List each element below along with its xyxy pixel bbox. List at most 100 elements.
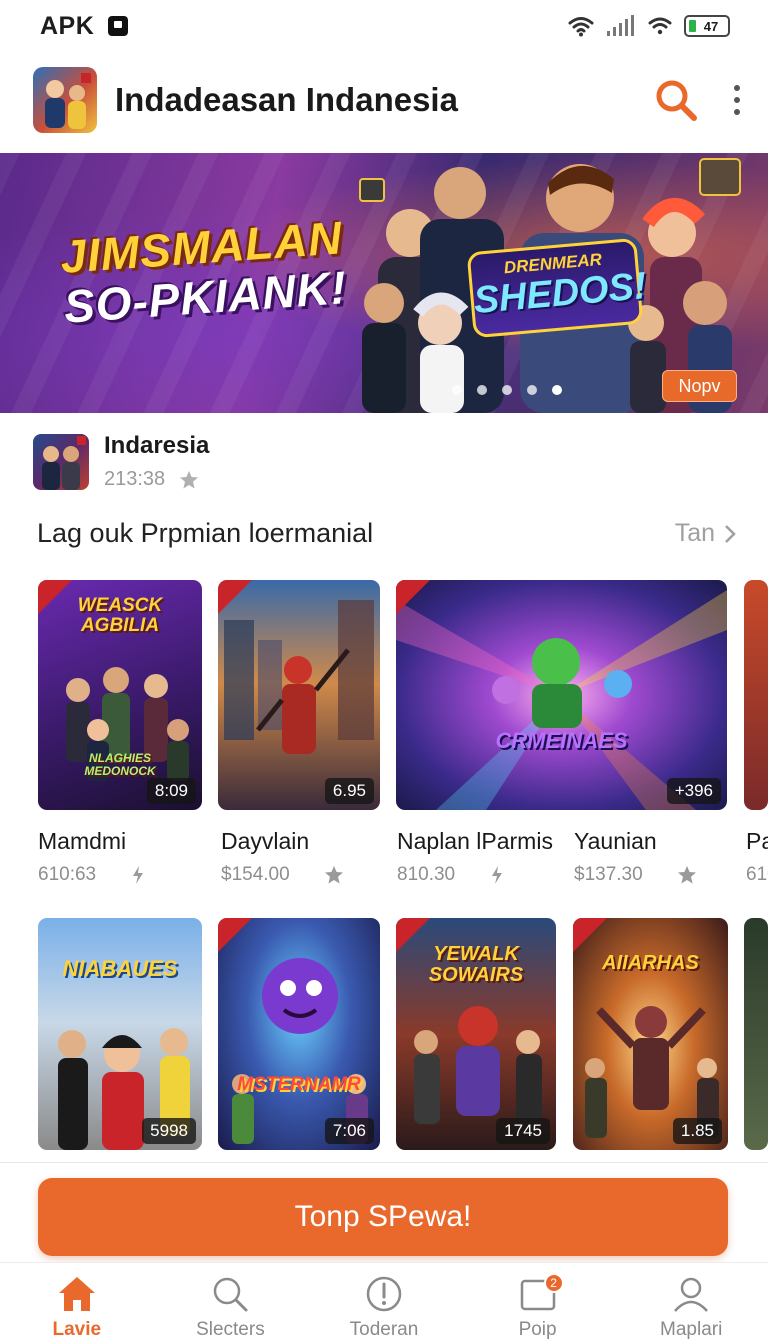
game-card-name: Pa xyxy=(746,828,768,854)
game-card-image: WEASCK AGBILIA NLAGHIES MEDONOCK 8:09 xyxy=(38,580,202,810)
game-card-meta: 810.30 xyxy=(397,864,505,886)
app-bar: Indadeasan Indanesia xyxy=(0,60,768,140)
featured-app-row[interactable]: Indaresia 213:38 xyxy=(33,432,209,491)
star-icon xyxy=(677,866,696,884)
game-card-name: Dayvlain xyxy=(221,828,310,854)
game-card-image xyxy=(744,918,768,1150)
card-corner-tag xyxy=(573,918,607,952)
game-card-image: AIIARHAS 1.85 xyxy=(573,918,728,1150)
promo-banner[interactable]: JIMSMALAN SO-PKIANK! DRENMEAR SHEDOS! No… xyxy=(0,153,768,413)
banner-pagination[interactable] xyxy=(452,385,562,395)
section-title: Lag ouk Prpmian loermanial xyxy=(37,518,374,548)
boost-icon xyxy=(492,866,503,884)
nav-item-info[interactable]: Toderan xyxy=(307,1263,461,1344)
card-count-badge: 6.95 xyxy=(324,778,374,804)
featured-meta-value: 213:38 xyxy=(104,468,166,490)
game-card-price: 810.30 xyxy=(397,864,456,885)
game-card-image: CRMEINAES +396 xyxy=(396,580,727,810)
banner-dot[interactable] xyxy=(527,385,537,395)
star-icon xyxy=(180,470,199,488)
card-art-title: YEWALK SOWAIRS xyxy=(428,943,524,986)
banner-dot-active[interactable] xyxy=(552,385,562,395)
game-card-price: 610:63 xyxy=(38,864,97,885)
banner-headline: JIMSMALAN SO-PKIANK! xyxy=(59,211,349,332)
card-count-badge: 8:09 xyxy=(146,778,196,804)
bottom-navigation: Lavie Slecters Toderan 2 Poip Maplari xyxy=(0,1262,768,1344)
more-vert-icon[interactable] xyxy=(734,85,740,115)
nav-label: Poip xyxy=(518,1319,557,1340)
card-count-badge: 1.85 xyxy=(672,1118,722,1144)
card-art-subtitle: NLAGHIES MEDONOCK xyxy=(84,751,156,778)
divider xyxy=(0,1162,768,1163)
featured-meta: 213:38 xyxy=(104,468,209,491)
game-logo-icon[interactable] xyxy=(33,67,97,133)
notification-badge: 2 xyxy=(543,1273,564,1293)
nav-label: Slecters xyxy=(196,1319,265,1340)
card-corner-tag xyxy=(396,580,430,614)
card-count-badge: 1745 xyxy=(496,1118,550,1144)
nav-item-inbox[interactable]: 2 Poip xyxy=(461,1263,615,1344)
card-art-title: NIABAUES xyxy=(62,956,178,981)
game-card-meta: 610 xyxy=(746,864,768,886)
nav-label: Maplari xyxy=(660,1319,723,1340)
banner-dot[interactable] xyxy=(502,385,512,395)
signal-icon xyxy=(607,15,634,36)
featured-thumbnail xyxy=(33,433,89,490)
app-screen: APK 47 Indadeasan Indanesia JIMSMALAN SO… xyxy=(0,0,768,1344)
card-art-title: MSTERNAMR xyxy=(237,1074,361,1095)
game-card-meta: 610:63 xyxy=(38,864,146,886)
card-art-title: WEASCK AGBILIA xyxy=(77,595,163,636)
primary-cta-button[interactable]: Tonp SPewa! xyxy=(38,1178,728,1256)
app-actions xyxy=(654,78,740,122)
home-icon xyxy=(58,1277,95,1311)
section-more-label: Tan xyxy=(674,519,715,547)
profile-icon xyxy=(674,1277,709,1312)
game-card-image xyxy=(744,580,768,810)
info-icon xyxy=(366,1276,402,1312)
status-bar: APK 47 xyxy=(0,0,768,52)
banner-badge: DRENMEAR SHEDOS! xyxy=(466,237,648,339)
card-art-subtitle: CRMEINAES xyxy=(495,728,628,753)
star-icon xyxy=(324,866,343,884)
app-title: Indadeasan Indanesia xyxy=(115,81,458,118)
status-left: APK xyxy=(40,11,129,41)
card-art-title: AIIARHAS xyxy=(602,952,699,974)
status-right: 47 xyxy=(568,15,730,37)
wifi-icon xyxy=(568,17,594,37)
card-count-badge: 5998 xyxy=(142,1118,196,1144)
game-card-meta: $137.30 xyxy=(574,864,697,886)
game-card-name: Yaunian xyxy=(574,828,657,854)
nav-item-search[interactable]: Slecters xyxy=(154,1263,308,1344)
featured-title: Indaresia xyxy=(104,432,210,459)
card-count-badge: +396 xyxy=(666,778,721,804)
card-corner-tag xyxy=(218,580,252,614)
wifi-secondary-icon xyxy=(648,17,672,35)
featured-text: Indaresia 213:38 xyxy=(104,432,209,491)
section-more-link[interactable]: Tan xyxy=(675,519,737,548)
nav-label: Lavie xyxy=(52,1319,102,1340)
boost-icon xyxy=(133,866,144,884)
game-card-image: NIABAUES 5998 xyxy=(38,918,202,1150)
nav-item-profile[interactable]: Maplari xyxy=(614,1263,768,1344)
search-icon xyxy=(214,1277,248,1312)
game-card-price: 610 xyxy=(746,864,768,885)
section-header: Lag ouk Prpmian loermanial Tan xyxy=(37,518,737,549)
card-corner-tag xyxy=(218,918,252,952)
carrier-label: APK xyxy=(40,11,95,40)
game-card-meta: $154.00 xyxy=(221,864,344,886)
chevron-right-icon xyxy=(725,524,736,543)
battery-icon: 47 xyxy=(684,15,730,37)
nav-label: Toderan xyxy=(349,1319,419,1340)
nav-item-home[interactable]: Lavie xyxy=(0,1263,154,1344)
game-card-name: Naplan lParmis xyxy=(397,828,553,854)
game-card-image: 6.95 xyxy=(218,580,380,810)
notification-icon xyxy=(108,16,129,36)
banner-dot[interactable] xyxy=(452,385,462,395)
game-card-price: $137.30 xyxy=(574,864,643,885)
game-card-image: MSTERNAMR 7:06 xyxy=(218,918,380,1150)
search-icon[interactable] xyxy=(654,78,698,122)
game-card-name: Mamdmi xyxy=(38,828,127,854)
game-card-image: YEWALK SOWAIRS 1745 xyxy=(396,918,556,1150)
banner-action-button[interactable]: Nopv xyxy=(662,370,737,402)
banner-dot[interactable] xyxy=(477,385,487,395)
